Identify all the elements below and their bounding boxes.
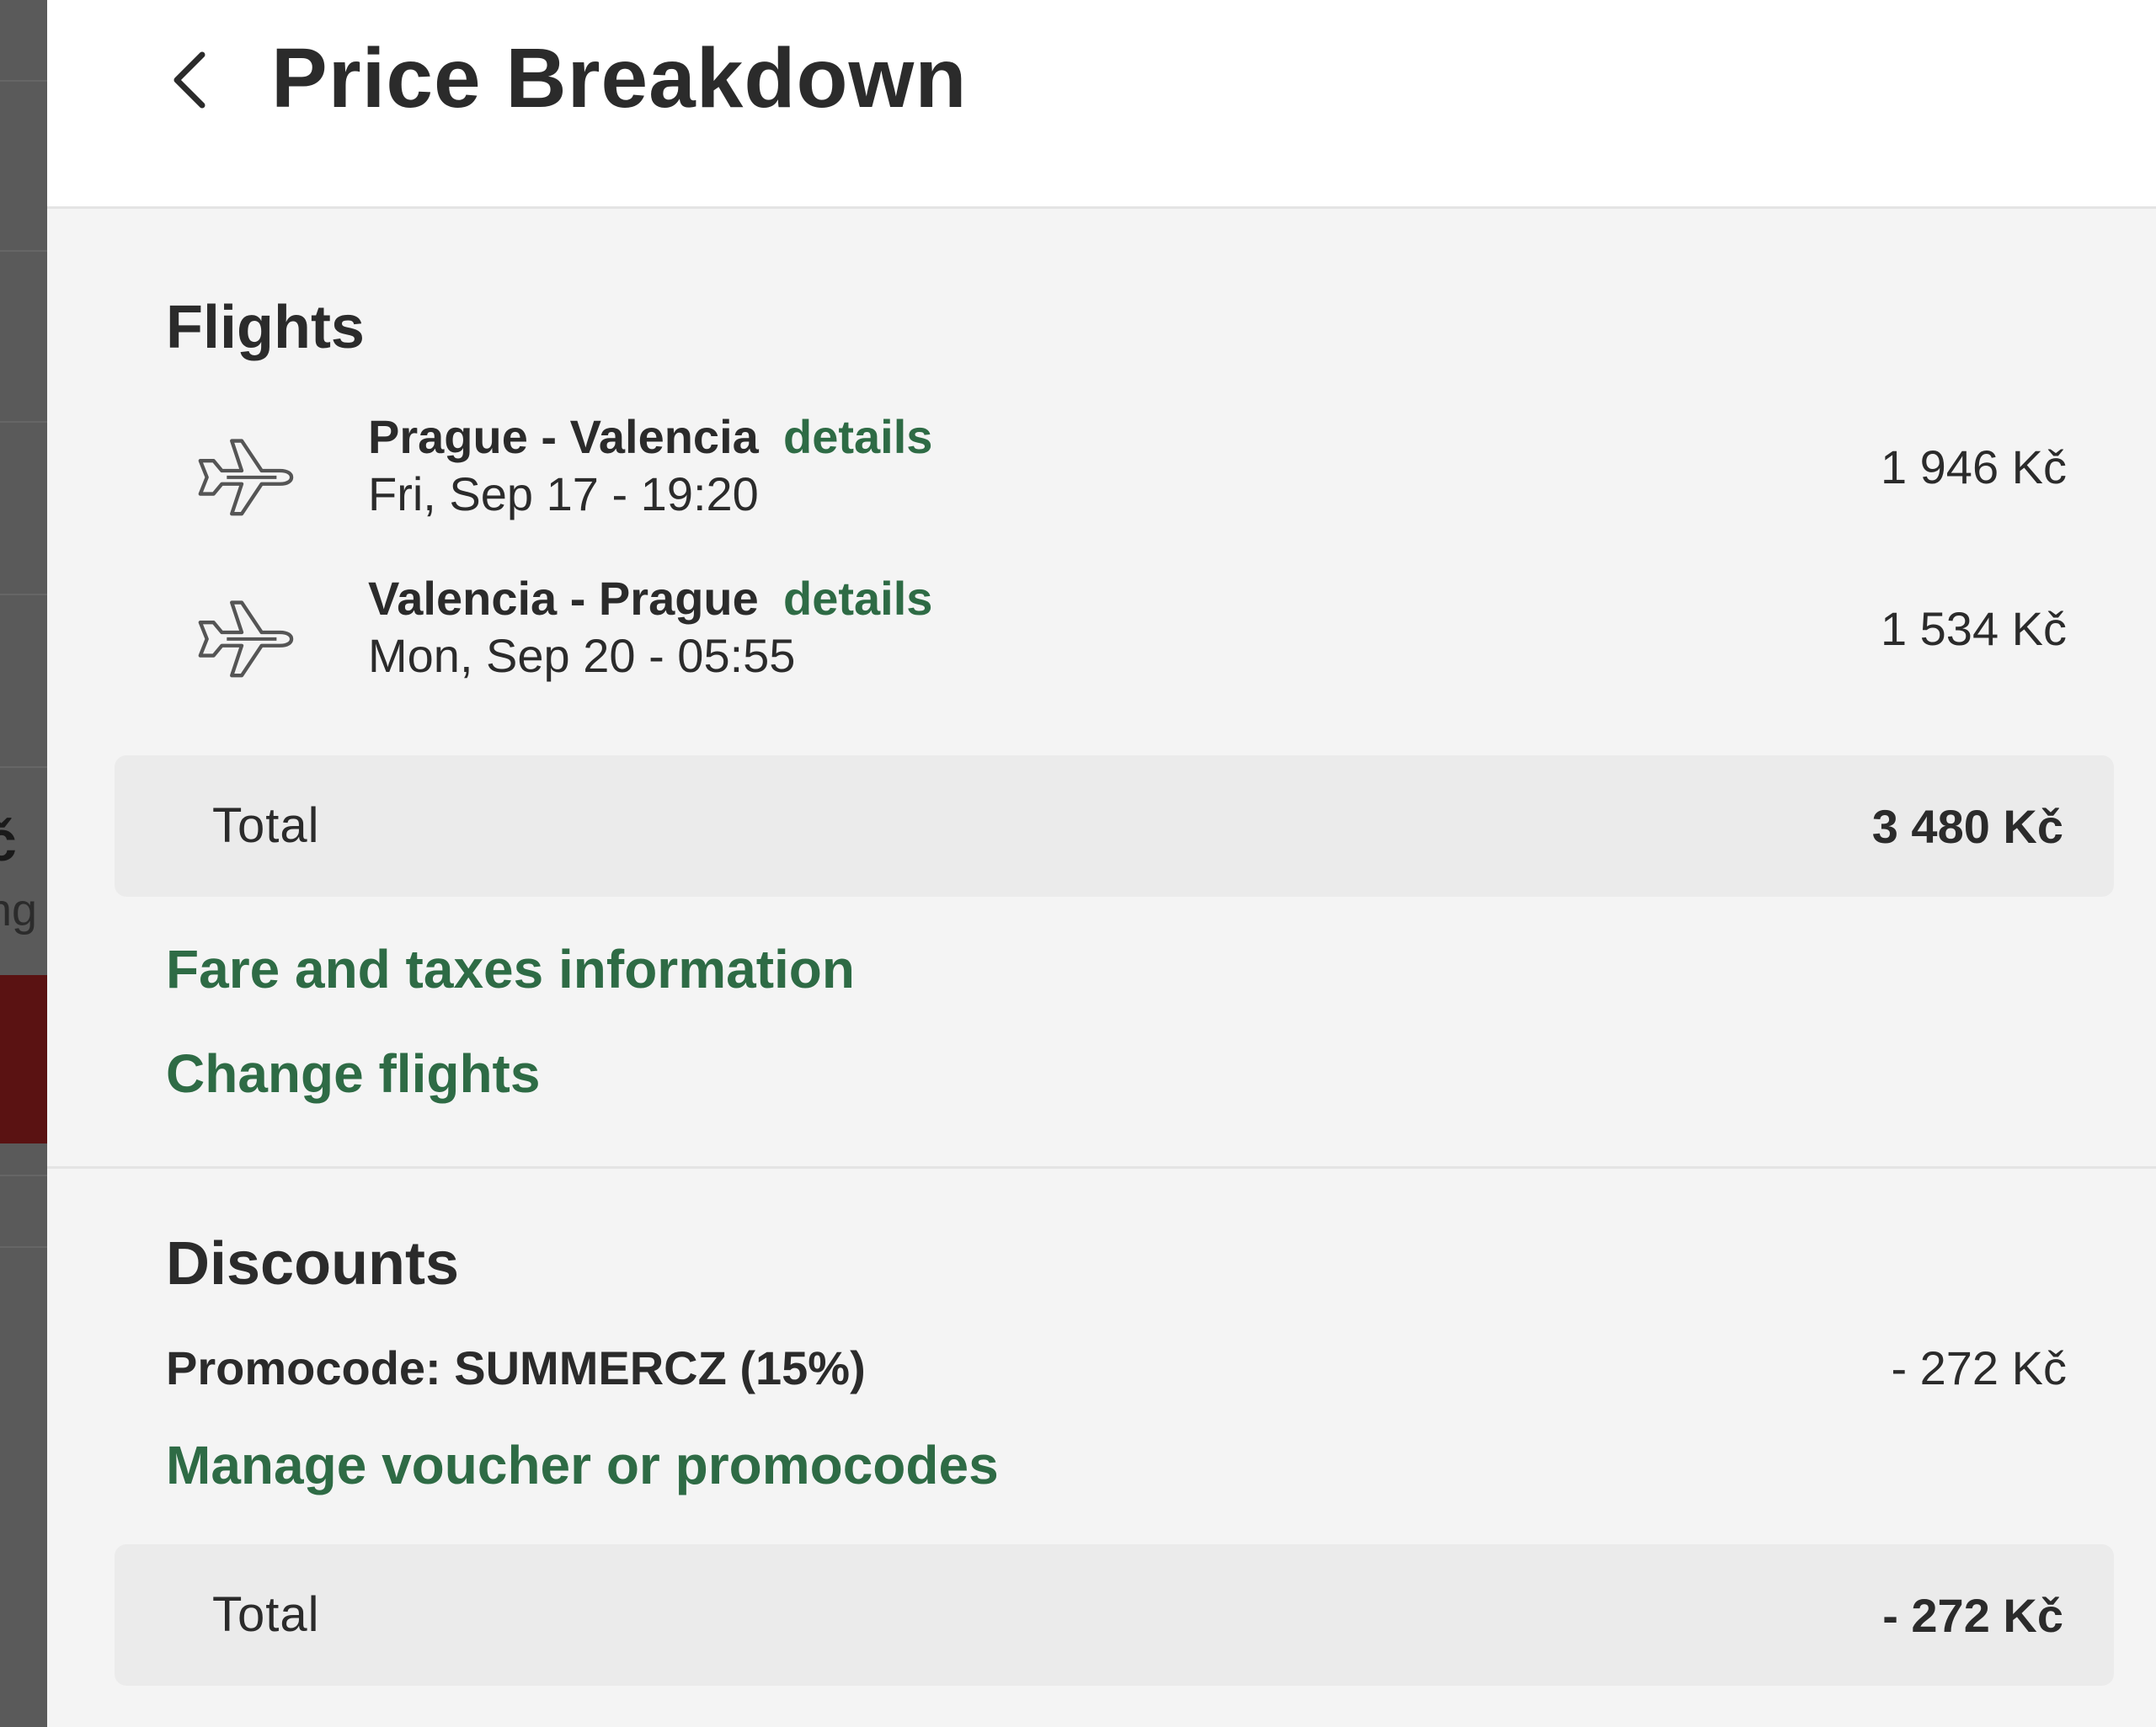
flight-date: Mon, Sep 20 - 05:55 [368, 629, 796, 682]
background-page: č ng [0, 0, 47, 1727]
plane-icon [198, 600, 294, 678]
background-divider [0, 250, 47, 252]
flight-route: Prague - Valencia [368, 410, 759, 463]
chevron-left-icon [173, 51, 205, 109]
background-price-fragment: č [0, 809, 17, 873]
flights-total-box: Total 3 480 Kč [115, 755, 2114, 897]
background-text-fragment: ng [0, 885, 38, 935]
flight-price: 1 534 Kč [1880, 602, 2067, 655]
back-button[interactable] [157, 46, 224, 114]
discounts-total-value: - 272 Kč [1882, 1589, 2063, 1642]
flight-row-outbound: Prague - Valencia details Fri, Sep 17 - … [47, 409, 2156, 536]
background-button [0, 975, 47, 1143]
flight-details-link[interactable]: details [783, 571, 932, 626]
price-breakdown-panel: Price Breakdown Flights Prague - Valenci… [47, 0, 2156, 1727]
background-divider [0, 766, 47, 768]
discounts-section-title: Discounts [166, 1230, 460, 1298]
panel-header: Price Breakdown [47, 0, 2156, 209]
manage-voucher-link[interactable]: Manage voucher or promocodes [166, 1434, 999, 1496]
plane-icon [198, 439, 294, 516]
flight-route: Valencia - Prague [368, 572, 759, 625]
section-divider [47, 1166, 2156, 1169]
flight-price: 1 946 Kč [1880, 440, 2067, 493]
background-divider [0, 421, 47, 423]
flight-date: Fri, Sep 17 - 19:20 [368, 467, 759, 520]
flight-details-link[interactable]: details [783, 409, 932, 464]
promocode-label: Promocode: SUMMERCZ (15%) [166, 1341, 866, 1394]
background-divider [0, 80, 47, 82]
background-divider [0, 1246, 47, 1248]
page-title: Price Breakdown [271, 31, 968, 125]
flights-total-value: 3 480 Kč [1871, 800, 2063, 853]
promocode-value: - 272 Kč [1891, 1341, 2067, 1394]
flight-row-return: Valencia - Prague details Mon, Sep 20 - … [47, 571, 2156, 697]
discounts-total-label: Total [212, 1587, 320, 1642]
fare-and-taxes-link[interactable]: Fare and taxes information [166, 938, 855, 1000]
change-flights-link[interactable]: Change flights [166, 1042, 540, 1105]
background-divider [0, 1175, 47, 1176]
discounts-total-box: Total - 272 Kč [115, 1544, 2114, 1686]
flights-total-label: Total [212, 798, 320, 853]
flights-section-title: Flights [166, 294, 365, 361]
background-divider [0, 594, 47, 595]
